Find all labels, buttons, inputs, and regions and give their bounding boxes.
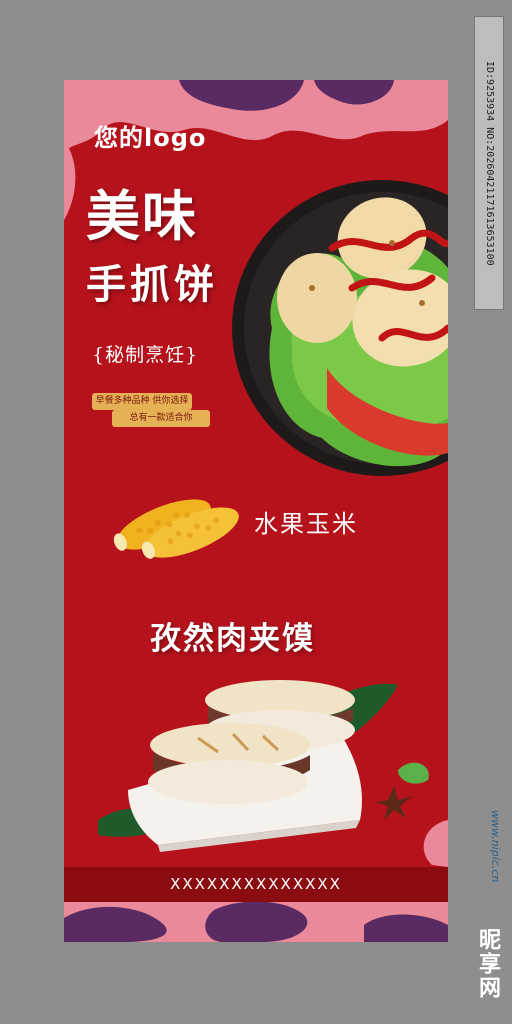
brand-watermark: 昵享网 [475,928,500,1000]
footer-text: XXXXXXXXXXXXXX [170,875,342,893]
corn-label: 水果玉米 [254,510,358,538]
pill-label-2: 总有一款适合你 [112,410,210,427]
corn-image [113,499,239,559]
sandwich-title: 孜然肉夹馍 [150,621,315,657]
pancake-plate-image [232,180,448,476]
poster: 您的logo 美味 手抓饼 {秘制烹饪} 早餐多种品种 供你选择 总有一款适合你 [64,80,448,942]
subtitle: {秘制烹饪} [92,344,199,366]
pill-label-1: 早餐多种品种 供你选择 [92,393,192,410]
main-title-line1: 美味 [86,184,198,248]
image-id-strip: ID:9253934 NO:20260421171613653100 [474,16,504,310]
main-title-line2: 手抓饼 [86,261,218,308]
roujiamo-image [98,680,429,852]
logo-text: 您的logo [94,124,207,152]
site-watermark: www.nipic.cn [489,810,502,883]
